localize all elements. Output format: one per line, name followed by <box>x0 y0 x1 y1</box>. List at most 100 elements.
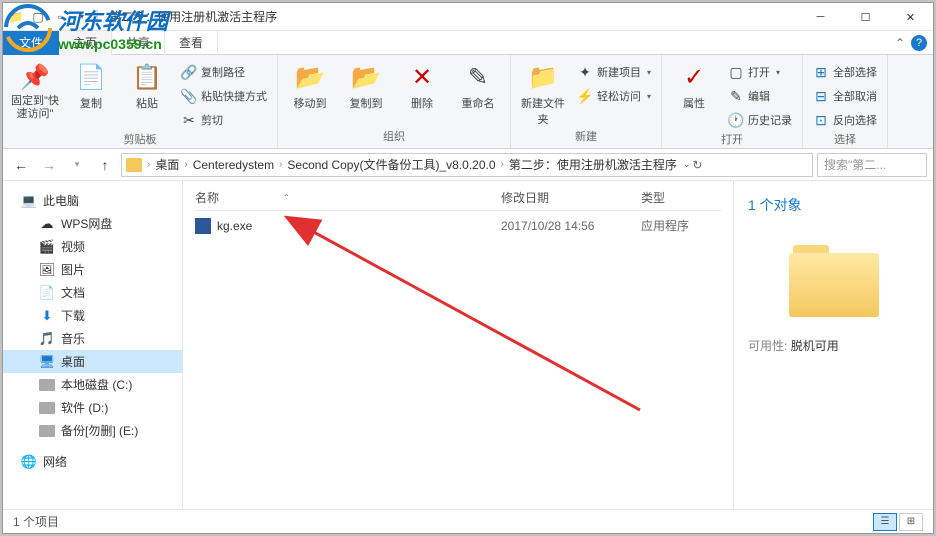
close-button[interactable]: ✕ <box>888 3 933 31</box>
cut-icon: ✂ <box>181 112 197 128</box>
folder-large-icon <box>789 245 879 317</box>
new-folder-icon[interactable]: ▫ <box>51 8 69 26</box>
invert-selection-button[interactable]: ⊡反向选择 <box>809 109 881 131</box>
downloads-icon: ⬇ <box>39 308 55 324</box>
up-button[interactable]: ↑ <box>93 153 117 177</box>
sidebar-item-music[interactable]: 🎵音乐 <box>3 327 182 350</box>
video-icon: 🎬 <box>39 239 55 255</box>
properties-icon: ✓ <box>678 61 710 93</box>
breadcrumb-item[interactable]: Second Copy(文件备份工具)_v8.0.20.0 <box>287 156 495 173</box>
copy-button[interactable]: 📄 复制 <box>65 57 117 111</box>
copy-path-button[interactable]: 🔗复制路径 <box>177 61 271 83</box>
ribbon-collapse-icon[interactable]: ⌃ <box>895 36 905 50</box>
folder-icon: 📁 <box>7 8 25 26</box>
cut-button[interactable]: ✂剪切 <box>177 109 271 131</box>
pin-button[interactable]: 📌 固定到"快速访问" <box>9 57 61 121</box>
sidebar-item-pictures[interactable]: 🖼图片 <box>3 258 182 281</box>
move-to-button[interactable]: 📂移动到 <box>284 57 336 111</box>
recent-button[interactable]: ▾ <box>65 153 89 177</box>
chevron-right-icon: › <box>181 159 190 170</box>
breadcrumb-item[interactable]: Centeredystem <box>193 158 274 172</box>
tab-home[interactable]: 主页 <box>59 31 112 55</box>
new-item-button[interactable]: ✦新建项目▾ <box>573 61 655 83</box>
sidebar-item-wps[interactable]: ☁WPS网盘 <box>3 212 182 235</box>
view-icons-button[interactable]: ⊞ <box>899 513 923 531</box>
pin-icon: 📌 <box>19 61 51 93</box>
network-icon: 🌐 <box>21 454 37 470</box>
organize-group-label: 组织 <box>284 128 504 146</box>
main-area: 名称⌃ 修改日期 类型 kg.exe 2017/10/28 14:56 应用程序… <box>183 181 933 509</box>
dropdown-icon[interactable]: ⌄ <box>683 159 691 170</box>
file-name: kg.exe <box>217 219 252 233</box>
search-input[interactable]: 搜索"第二... <box>817 153 927 177</box>
move-icon: 📂 <box>294 61 326 93</box>
back-button[interactable]: ← <box>9 153 33 177</box>
sort-arrow-icon: ⌃ <box>283 193 290 202</box>
tab-file[interactable]: 文件 <box>3 31 59 55</box>
delete-button[interactable]: ✕删除 <box>396 57 448 111</box>
column-name[interactable]: 名称⌃ <box>195 189 501 206</box>
cloud-icon: ☁ <box>39 216 55 232</box>
file-row[interactable]: kg.exe 2017/10/28 14:56 应用程序 <box>195 211 721 240</box>
pc-icon: 💻 <box>21 193 37 209</box>
sidebar-item-thispc[interactable]: 💻此电脑 <box>3 189 182 212</box>
breadcrumb-item[interactable]: 第二步：使用注册机激活主程序 <box>509 156 677 173</box>
history-button[interactable]: 🕐历史记录 <box>724 109 796 131</box>
statusbar: 1 个项目 ☰ ⊞ <box>3 509 933 533</box>
qa-chevron-icon[interactable]: ▾ <box>73 8 91 26</box>
tab-view[interactable]: 查看 <box>165 31 218 55</box>
newfolder-icon: 📁 <box>527 61 559 93</box>
ribbon: 📌 固定到"快速访问" 📄 复制 📋 粘贴 🔗复制路径 📎粘贴快捷方式 ✂剪切 <box>3 55 933 149</box>
help-icon[interactable]: ? <box>911 35 927 51</box>
sidebar-item-documents[interactable]: 📄文档 <box>3 281 182 304</box>
sidebar-item-video[interactable]: 🎬视频 <box>3 235 182 258</box>
select-none-button[interactable]: ⊟全部取消 <box>809 85 881 107</box>
content-area: 💻此电脑 ☁WPS网盘 🎬视频 🖼图片 📄文档 ⬇下载 🎵音乐 🖥桌面 本地磁盘… <box>3 181 933 509</box>
exe-icon <box>195 218 211 234</box>
copy-to-button[interactable]: 📂复制到 <box>340 57 392 111</box>
rename-icon: ✎ <box>462 61 494 93</box>
open-button[interactable]: ▢打开▾ <box>724 61 796 83</box>
desktop-icon: 🖥 <box>39 354 55 370</box>
sidebar-item-backupe[interactable]: 备份[勿删] (E:) <box>3 419 182 442</box>
shortcut-icon: 📎 <box>181 88 197 104</box>
breadcrumb[interactable]: › 桌面 › Centeredystem › Second Copy(文件备份工… <box>121 153 813 177</box>
refresh-icon[interactable]: ↻ <box>692 158 702 172</box>
properties-button[interactable]: ✓属性 <box>668 57 720 111</box>
sidebar-item-desktop[interactable]: 🖥桌面 <box>3 350 182 373</box>
maximize-button[interactable]: ☐ <box>843 3 888 31</box>
disk-icon <box>39 423 55 439</box>
path-icon: 🔗 <box>181 64 197 80</box>
paste-button[interactable]: 📋 粘贴 <box>121 57 173 111</box>
sidebar-item-downloads[interactable]: ⬇下载 <box>3 304 182 327</box>
disk-icon <box>39 400 55 416</box>
preview-availability: 可用性: 脱机可用 <box>748 337 919 354</box>
new-group-label: 新建 <box>517 128 655 146</box>
preview-count: 1 个对象 <box>748 195 919 215</box>
breadcrumb-item[interactable]: 桌面 <box>155 156 179 173</box>
view-details-button[interactable]: ☰ <box>873 513 897 531</box>
forward-button[interactable]: → <box>37 153 61 177</box>
edit-button[interactable]: ✎编辑 <box>724 85 796 107</box>
invert-icon: ⊡ <box>813 112 829 128</box>
new-folder-button[interactable]: 📁新建文件夹 <box>517 57 569 127</box>
selectall-icon: ⊞ <box>813 64 829 80</box>
music-icon: 🎵 <box>39 331 55 347</box>
folder-icon <box>126 158 142 172</box>
column-type[interactable]: 类型 <box>641 189 721 206</box>
sidebar-item-network[interactable]: 🌐网络 <box>3 450 182 473</box>
disk-icon <box>39 377 55 393</box>
sidebar-item-localc[interactable]: 本地磁盘 (C:) <box>3 373 182 396</box>
chevron-right-icon: › <box>498 159 507 170</box>
easy-access-button[interactable]: ⚡轻松访问▾ <box>573 85 655 107</box>
minimize-button[interactable]: ─ <box>798 3 843 31</box>
titlebar: 📁 ▢ ▫ ▾ | 第二步：使用注册机激活主程序 ─ ☐ ✕ <box>3 3 933 31</box>
column-date[interactable]: 修改日期 <box>501 189 641 206</box>
select-group-label: 选择 <box>809 131 881 149</box>
paste-shortcut-button[interactable]: 📎粘贴快捷方式 <box>177 85 271 107</box>
select-all-button[interactable]: ⊞全部选择 <box>809 61 881 83</box>
rename-button[interactable]: ✎重命名 <box>452 57 504 111</box>
sidebar-item-softd[interactable]: 软件 (D:) <box>3 396 182 419</box>
properties-icon[interactable]: ▢ <box>29 8 47 26</box>
tab-share[interactable]: 共享 <box>112 31 165 55</box>
